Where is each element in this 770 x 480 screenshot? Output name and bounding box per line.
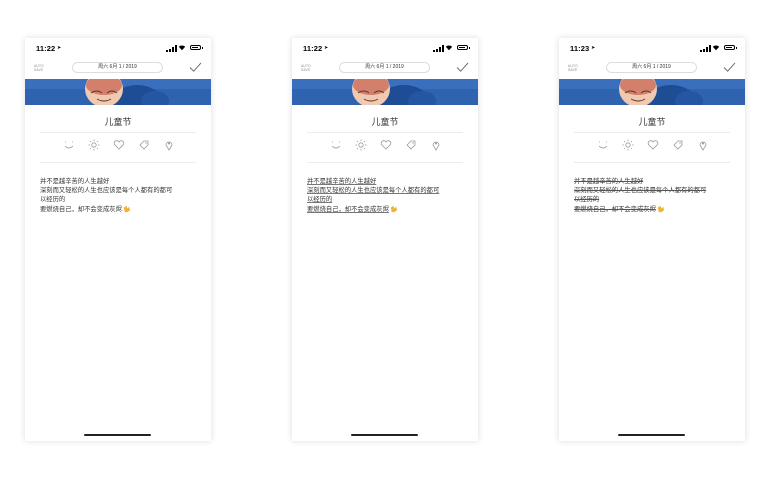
fire-hand-emoji-icon (390, 205, 397, 213)
body-line: 要燃烧自己，却不会变成灰烬 (307, 206, 389, 213)
location-pin-icon[interactable] (430, 139, 442, 151)
location-pin-icon[interactable] (697, 139, 709, 151)
signal-icon (700, 45, 711, 52)
battery-icon (190, 45, 203, 50)
cover-image (292, 79, 478, 105)
done-check-icon[interactable] (456, 62, 469, 73)
status-time: 11:23 (570, 44, 590, 53)
phone-screen-1: 11:22 ➤ AUTO SAVE 周六 6月 1 / 2019 儿童节 并不是越… (25, 38, 211, 441)
body-line: 深刻而又轻松的人生也应该是每个人都有的都可 (574, 187, 707, 194)
body-line: 深刻而又轻松的人生也应该是每个人都有的都可 (307, 187, 440, 194)
date-selector[interactable]: 周六 6月 1 / 2019 (339, 62, 430, 73)
signal-icon (433, 45, 444, 52)
heart-icon[interactable] (647, 139, 659, 151)
body-line: 要燃烧自己，却不会变成灰烬 (40, 206, 122, 213)
home-indicator (351, 434, 418, 436)
phone-screen-2: 11:22 ➤ AUTO SAVE 周六 6月 1 / 2019 儿童节 并不是越… (292, 38, 478, 441)
entry-body[interactable]: 并不是越辛苦的人生越好 深刻而又轻松的人生也应该是每个人都有的都可 以经历的 要… (40, 177, 199, 214)
divider (40, 162, 196, 163)
body-line: 以经历的 (307, 196, 333, 203)
fire-hand-emoji-icon (657, 205, 664, 213)
body-line: 并不是越辛苦的人生越好 (40, 178, 110, 185)
status-time: 11:22 (303, 44, 323, 53)
wifi-icon (178, 45, 186, 51)
status-bar: 11:22 ➤ (36, 43, 203, 55)
weather-sun-icon[interactable] (88, 139, 100, 151)
fire-hand-emoji-icon (123, 205, 130, 213)
heart-icon[interactable] (113, 139, 125, 151)
editor-toolbar: AUTO SAVE 周六 6月 1 / 2019 (25, 60, 211, 76)
heart-icon[interactable] (380, 139, 392, 151)
entry-attributes-bar (597, 139, 712, 151)
entry-body[interactable]: 并不是越辛苦的人生越好 深刻而又轻松的人生也应该是每个人都有的都可 以经历的 要… (307, 177, 466, 214)
mood-icon[interactable] (330, 139, 342, 151)
entry-title[interactable]: 儿童节 (25, 115, 211, 128)
editor-toolbar: AUTO SAVE 周六 6月 1 / 2019 (559, 60, 745, 76)
autosave-label: AUTO SAVE (301, 64, 311, 72)
location-arrow-icon: ➤ (57, 45, 62, 51)
entry-title[interactable]: 儿童节 (559, 115, 745, 128)
signal-icon (166, 45, 177, 52)
status-time: 11:22 (36, 44, 56, 53)
entry-attributes-bar (63, 139, 178, 151)
weather-sun-icon[interactable] (355, 139, 367, 151)
mood-icon[interactable] (63, 139, 75, 151)
home-indicator (84, 434, 151, 436)
divider (574, 132, 730, 133)
tag-icon[interactable] (138, 139, 150, 151)
battery-icon (457, 45, 470, 50)
cover-image (25, 79, 211, 105)
divider (40, 132, 196, 133)
status-bar: 11:22 ➤ (303, 43, 470, 55)
done-check-icon[interactable] (723, 62, 736, 73)
editor-toolbar: AUTO SAVE 周六 6月 1 / 2019 (292, 60, 478, 76)
wifi-icon (445, 45, 453, 51)
location-arrow-icon: ➤ (324, 45, 329, 51)
tag-icon[interactable] (672, 139, 684, 151)
body-line: 要燃烧自己，却不会变成灰烬 (574, 206, 656, 213)
body-line: 并不是越辛苦的人生越好 (307, 178, 377, 185)
divider (307, 162, 463, 163)
status-bar: 11:23 ➤ (570, 43, 737, 55)
phone-screen-3: 11:23 ➤ AUTO SAVE 周六 6月 1 / 2019 儿童节 并不是越… (559, 38, 745, 441)
divider (307, 132, 463, 133)
location-arrow-icon: ➤ (591, 45, 596, 51)
weather-sun-icon[interactable] (622, 139, 634, 151)
done-check-icon[interactable] (189, 62, 202, 73)
body-line: 以经历的 (574, 196, 600, 203)
entry-attributes-bar (330, 139, 445, 151)
wifi-icon (712, 45, 720, 51)
location-pin-icon[interactable] (163, 139, 175, 151)
date-selector[interactable]: 周六 6月 1 / 2019 (606, 62, 697, 73)
body-line: 以经历的 (40, 196, 66, 203)
tag-icon[interactable] (405, 139, 417, 151)
date-selector[interactable]: 周六 6月 1 / 2019 (72, 62, 163, 73)
home-indicator (618, 434, 685, 436)
entry-title[interactable]: 儿童节 (292, 115, 478, 128)
body-line: 并不是越辛苦的人生越好 (574, 178, 644, 185)
divider (574, 162, 730, 163)
autosave-label: AUTO SAVE (34, 64, 44, 72)
cover-image (559, 79, 745, 105)
entry-body[interactable]: 并不是越辛苦的人生越好 深刻而又轻松的人生也应该是每个人都有的都可 以经历的 要… (574, 177, 733, 214)
body-line: 深刻而又轻松的人生也应该是每个人都有的都可 (40, 187, 173, 194)
battery-icon (724, 45, 737, 50)
autosave-label: AUTO SAVE (568, 64, 578, 72)
mood-icon[interactable] (597, 139, 609, 151)
